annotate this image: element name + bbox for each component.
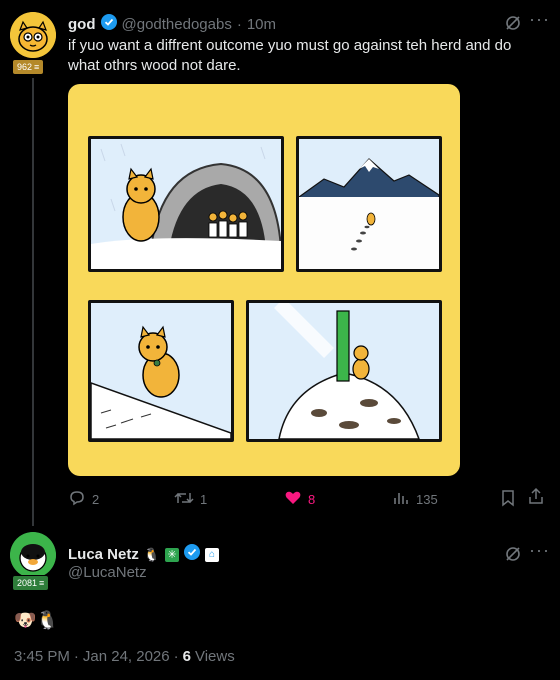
comic-panel-slope	[88, 300, 234, 442]
bars-icon: ≡	[34, 62, 40, 72]
reply-author-count: 2081	[17, 578, 38, 588]
asterisk-badge-icon: ✳	[165, 547, 180, 562]
reply-views-count: 6	[182, 648, 191, 665]
bars-icon: ≡	[39, 578, 45, 588]
reply-author-handle[interactable]: @LucaNetz	[68, 564, 147, 581]
views-count: 135	[416, 492, 438, 507]
reply-time[interactable]: 3:45 PM	[14, 648, 70, 665]
reply-icon	[68, 489, 86, 510]
reply-avatar[interactable]	[10, 532, 56, 578]
reply-author-name[interactable]: Luca Netz	[68, 546, 139, 563]
reply-count-badge: 2081 ≡	[12, 575, 50, 591]
reply-header: Luca Netz 🐧 ✳ ⌂	[68, 544, 220, 565]
retweet-action[interactable]: 1	[174, 489, 207, 510]
tweet-time[interactable]: 10m	[247, 16, 276, 33]
heart-icon	[284, 489, 302, 510]
bookmark-icon[interactable]	[500, 489, 516, 512]
comic-image[interactable]	[68, 84, 460, 476]
grok-icon[interactable]	[505, 546, 521, 567]
time-separator: ·	[236, 16, 242, 33]
thread-line	[32, 78, 34, 526]
comic-panel-mountain	[296, 136, 442, 272]
reply-metadata: 3:45 PM · Jan 24, 2026 · 6 Views	[14, 648, 235, 665]
more-options-icon[interactable]: ···	[529, 540, 550, 561]
reply-date[interactable]: Jan 24, 2026	[83, 648, 170, 665]
grok-icon[interactable]	[505, 15, 521, 36]
retweet-count: 1	[200, 492, 208, 507]
verified-icon	[184, 544, 201, 565]
comic-panel-summit	[246, 300, 442, 442]
penguin-emoji: 🐧	[143, 546, 161, 562]
affiliate-icon: ⌂	[205, 547, 220, 562]
views-action[interactable]: 135	[392, 489, 438, 510]
share-icon[interactable]	[528, 487, 544, 510]
author-count: 962	[17, 62, 33, 72]
analytics-icon	[392, 489, 410, 510]
reply-text: 🐶🐧	[14, 610, 59, 630]
tweet-text: if yuo want a diffrent outcome yuo must …	[68, 37, 512, 74]
retweet-icon	[174, 489, 194, 510]
reply-action[interactable]: 2	[68, 489, 99, 510]
reply-views-label: Views	[194, 648, 235, 665]
verified-icon	[100, 14, 117, 35]
meta-separator: ·	[73, 648, 79, 665]
tweet-header: god @godthedogabs · 10m	[68, 14, 276, 35]
author-count-badge: 962 ≡	[12, 59, 45, 75]
reply-count: 2	[92, 492, 100, 507]
comic-panel-cave	[88, 136, 284, 272]
more-options-icon[interactable]: ···	[529, 9, 550, 30]
meta-separator: ·	[173, 648, 179, 665]
like-action[interactable]: 8	[284, 489, 315, 510]
like-count: 8	[308, 492, 316, 507]
author-avatar[interactable]	[10, 12, 56, 58]
author-name[interactable]: god	[68, 16, 96, 33]
author-handle[interactable]: @godthedogabs	[122, 16, 232, 33]
